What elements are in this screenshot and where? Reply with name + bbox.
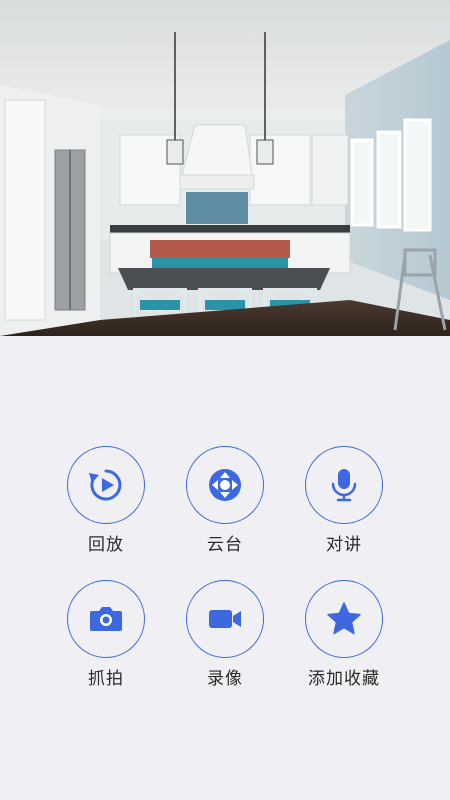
snapshot-ring <box>67 580 145 658</box>
ptz-ring <box>186 446 264 524</box>
playback-icon <box>89 469 122 501</box>
snapshot-button[interactable]: 抓拍 <box>46 580 166 690</box>
favorite-ring <box>305 580 383 658</box>
playback-ring <box>67 446 145 524</box>
record-label: 录像 <box>207 669 243 689</box>
playback-button[interactable]: 回放 <box>46 446 166 556</box>
favorite-label: 添加收藏 <box>308 669 380 689</box>
ptz-direction-icon <box>209 469 241 501</box>
ptz-button[interactable]: 云台 <box>165 446 285 556</box>
record-button[interactable]: 录像 <box>165 580 285 690</box>
playback-label: 回放 <box>88 535 124 555</box>
talk-ring <box>305 446 383 524</box>
kitchen-scene-image <box>0 0 450 336</box>
talk-label: 对讲 <box>326 535 362 555</box>
camera-icon <box>90 607 122 631</box>
control-panel: 回放 云台 对讲 抓拍 录像 添加收藏 <box>0 336 450 800</box>
record-ring <box>186 580 264 658</box>
video-icon <box>209 610 241 628</box>
ptz-label: 云台 <box>207 535 243 555</box>
camera-live-view[interactable] <box>0 0 450 336</box>
snapshot-label: 抓拍 <box>88 669 124 689</box>
star-icon <box>327 602 361 635</box>
favorite-button[interactable]: 添加收藏 <box>284 580 404 690</box>
microphone-icon <box>331 469 357 502</box>
talk-button[interactable]: 对讲 <box>284 446 404 556</box>
